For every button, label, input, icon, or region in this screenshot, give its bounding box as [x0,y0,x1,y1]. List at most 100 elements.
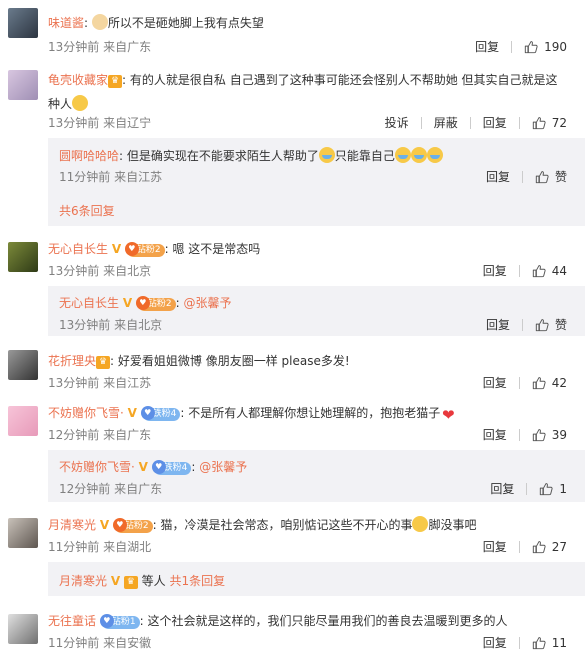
report-button[interactable]: 投诉 [385,114,409,131]
like-button[interactable]: 42 [532,376,567,390]
comment-meta: 11分钟前 来自湖北 [48,538,151,555]
reply-actions: 回复 赞 [486,168,567,185]
more-replies-link[interactable]: 共1条回复 [170,574,226,588]
user-name[interactable]: 无往童话 [48,614,96,628]
location: 来自广东 [114,482,163,496]
location: 来自安徽 [103,636,152,650]
like-button[interactable]: 39 [532,428,567,442]
user-name[interactable]: 花折理央 [48,354,96,368]
reply-thread: 月清寒光 V ♛ 等人 共1条回复 [48,562,585,596]
avatar[interactable] [8,242,38,272]
comment-text: 好爱看姐姐微博 像朋友圈一样 please多发! [117,354,350,368]
block-button[interactable]: 屏蔽 [434,114,458,131]
like-count: 44 [551,263,567,278]
comment-actions: 回复 44 [483,262,567,279]
like-button[interactable]: 1 [539,482,567,496]
reply-line: 圆啊哈哈哈: 但是确实现在不能要求陌生人帮助了 只能靠自己 [59,147,443,164]
user-name[interactable]: 月清寒光 [59,574,107,588]
user-name[interactable]: 不妨赠你飞雪· [48,406,124,420]
reply-actions: 回复 1 [490,480,567,497]
avatar[interactable] [8,518,38,548]
reply-button[interactable]: 回复 [483,374,507,391]
reply-button[interactable]: 回复 [483,538,507,555]
facepalm-emoji-icon [412,516,429,532]
comment-meta: 13分钟前 来自广东 [48,38,151,55]
thumbs-up-icon [539,482,553,496]
thumbs-up-icon [535,170,549,184]
comment-actions: 回复 42 [483,374,567,391]
timestamp: 11分钟前 [48,540,100,554]
avatar[interactable] [8,70,38,100]
reply-button[interactable]: 回复 [483,114,507,131]
reply-meta: 13分钟前 来自北京 [59,316,162,333]
avatar[interactable] [8,614,38,644]
user-name[interactable]: 月清寒光 [48,518,96,532]
crown-icon: ♛ [108,75,123,88]
verified-v-icon: V [111,242,122,256]
timestamp: 13分钟前 [48,376,100,390]
location: 来自北京 [114,318,163,332]
reply-button[interactable]: 回复 [483,426,507,443]
location: 来自辽宁 [103,116,152,130]
location: 来自湖北 [103,540,152,554]
reply-button[interactable]: 回复 [483,262,507,279]
user-name[interactable]: 圆啊哈哈哈 [59,149,119,163]
like-count: 1 [559,481,567,496]
comment-line: 无心自长生 V ♥ 钻粉2: 嗯 这不是常态吗 [48,242,261,257]
reply-button[interactable]: 回复 [486,316,510,333]
like-label: 赞 [554,170,567,184]
avatar[interactable] [8,8,38,38]
comment-actions: 回复 39 [483,426,567,443]
comment-line: 不妨赠你飞雪· V ♥ 铁粉4: 不是所有人都理解你想让她理解的，抱抱老猫子 ❤ [48,406,455,424]
mention-link[interactable]: @张馨予 [199,460,247,474]
mention-link[interactable]: @张馨予 [183,296,231,310]
like-button[interactable]: 赞 [535,168,567,185]
like-count: 39 [551,427,567,442]
comment-line: 味道酱: 所以不是砸她脚上我有点失望 [48,14,264,30]
reply-thread: 无心自长生 V ♥ 钻粉2: @张馨予 13分钟前 来自北京 回复 赞 [48,286,585,336]
like-button[interactable]: 72 [532,116,567,130]
location: 来自广东 [103,40,152,54]
user-name[interactable]: 不妨赠你飞雪· [59,460,135,474]
comment-actions: 投诉 屏蔽 回复 72 [385,114,567,131]
comment-meta: 13分钟前 来自辽宁 [48,114,151,131]
user-name[interactable]: 味道酱 [48,16,84,30]
like-button[interactable]: 44 [532,264,567,278]
reply-button[interactable]: 回复 [486,168,510,185]
avatar[interactable] [8,350,38,380]
like-count: 11 [551,635,567,650]
crying-emoji-icon [410,147,427,163]
comment-text: 所以不是砸她脚上我有点失望 [107,16,264,30]
reply-button[interactable]: 回复 [475,38,499,55]
crying-emoji-icon [426,147,443,163]
like-button[interactable]: 27 [532,540,567,554]
thumbs-up-icon [532,116,546,130]
comment-text-continued: 脚没事吧 [428,518,477,532]
comment-text: 猫，冷漠是社会常态，咱别惦记这些不开心的事 [160,518,413,532]
reply-line: 不妨赠你飞雪· V ♥ 铁粉4: @张馨予 [59,460,248,475]
comment-text: 不是所有人都理解你想让她理解的，抱抱老猫子 [188,406,441,420]
crying-emoji-icon [318,147,335,163]
avatar[interactable] [8,406,38,436]
comment-line: 无往童话 ♥ 钻粉1: 这个社会就是这样的，我们只能尽量用我们的善良去温暖到更多的… [48,614,508,629]
like-button[interactable]: 11 [532,636,567,650]
like-button[interactable]: 赞 [535,316,567,333]
like-button[interactable]: 190 [524,40,567,54]
user-name[interactable]: 无心自长生 [59,296,119,310]
comment-meta: 13分钟前 来自江苏 [48,374,151,391]
location: 来自广东 [103,428,152,442]
more-replies-link[interactable]: 共6条回复 [59,202,115,219]
reply-thread: 圆啊哈哈哈: 但是确实现在不能要求陌生人帮助了 只能靠自己 11分钟前 来自江苏 … [48,138,585,226]
timestamp: 12分钟前 [48,428,100,442]
comment-meta: 11分钟前 来自安徽 [48,634,151,651]
like-count: 42 [551,375,567,390]
user-name[interactable]: 无心自长生 [48,242,108,256]
reply-button[interactable]: 回复 [490,480,514,497]
thumbs-up-icon [532,264,546,278]
comment-line: 龟壳收藏家 ♛: 有的人就是很自私 自己遇到了这种事可能还会怪别人不帮助她 但其实… [48,73,558,111]
thumbs-up-icon [535,318,549,332]
reply-button[interactable]: 回复 [483,634,507,651]
verified-v-icon: V [110,574,121,588]
user-name[interactable]: 龟壳收藏家 [48,73,108,87]
crying-emoji-icon [394,147,411,163]
